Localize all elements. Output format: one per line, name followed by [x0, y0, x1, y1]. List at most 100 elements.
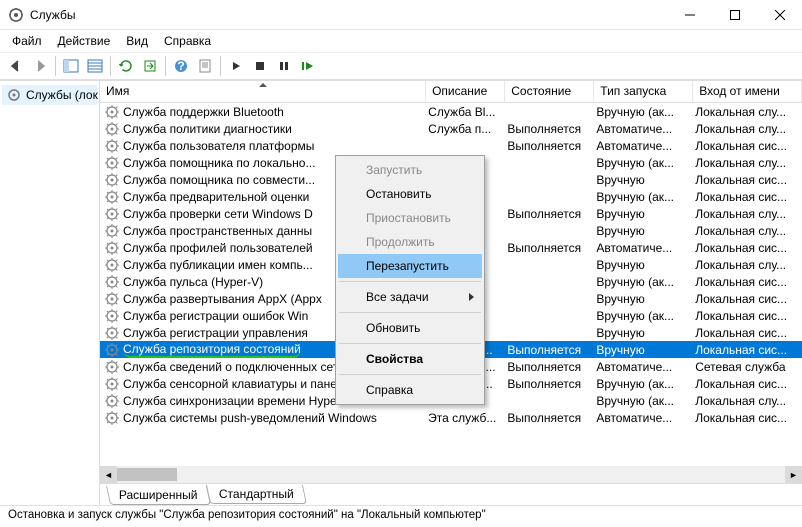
- ctx-help[interactable]: Справка: [338, 378, 482, 402]
- scroll-right-icon[interactable]: ►: [785, 466, 802, 483]
- col-state[interactable]: Состояние: [505, 81, 594, 102]
- menubar: Файл Действие Вид Справка: [0, 30, 802, 52]
- service-desc: Служба Bl...: [426, 105, 505, 119]
- service-name: Служба репозитория состояний: [123, 342, 301, 358]
- tree-panel: Службы (лок: [0, 81, 100, 505]
- tree-root-services[interactable]: Службы (лок: [2, 85, 97, 105]
- menu-file[interactable]: Файл: [4, 32, 50, 50]
- service-startup: Вручную: [594, 343, 693, 357]
- gear-icon: [104, 223, 120, 239]
- ctx-resume: Продолжить: [338, 230, 482, 254]
- show-hide-tree-button[interactable]: [59, 54, 83, 78]
- view-button[interactable]: [83, 54, 107, 78]
- minimize-button[interactable]: [667, 0, 712, 30]
- gear-icon: [104, 308, 120, 324]
- service-logon: Локальная сис...: [693, 292, 802, 306]
- service-row[interactable]: Служба пользователя платформыВыполняется…: [100, 137, 802, 154]
- service-logon: Локальная сис...: [693, 343, 802, 357]
- ctx-all-tasks[interactable]: Все задачи: [338, 285, 482, 309]
- media-stop-button[interactable]: [248, 54, 272, 78]
- service-name: Служба пульса (Hyper-V): [123, 275, 263, 289]
- ctx-pause: Приостановить: [338, 206, 482, 230]
- nav-back-button[interactable]: [4, 54, 28, 78]
- media-start-button[interactable]: [224, 54, 248, 78]
- horizontal-scrollbar[interactable]: ◄ ►: [100, 466, 802, 483]
- media-restart-button[interactable]: [296, 54, 320, 78]
- service-startup: Вручную (ак...: [594, 309, 693, 323]
- svg-text:?: ?: [177, 59, 184, 73]
- service-logon: Локальная слу...: [693, 394, 802, 408]
- service-logon: Локальная сис...: [693, 275, 802, 289]
- service-name: Служба пространственных данны: [123, 224, 312, 238]
- close-button[interactable]: [757, 0, 802, 30]
- app-icon: [8, 7, 24, 23]
- service-logon: Локальная сис...: [693, 309, 802, 323]
- service-name: Служба публикации имен компь...: [123, 258, 313, 272]
- service-name: Служба системы push-уведомлений Windows: [123, 411, 377, 425]
- service-logon: Локальная слу...: [693, 156, 802, 170]
- service-name: Служба помощника по локально...: [123, 156, 315, 170]
- status-bar: Остановка и запуск службы "Служба репози…: [0, 505, 802, 527]
- gear-icon: [104, 291, 120, 307]
- service-name: Служба сведений о подключенных сетях: [123, 360, 351, 374]
- tab-extended[interactable]: Расширенный: [106, 486, 211, 505]
- menu-help[interactable]: Справка: [156, 32, 219, 50]
- col-startup[interactable]: Тип запуска: [594, 81, 693, 102]
- service-state: Выполняется: [505, 207, 594, 221]
- ctx-properties[interactable]: Свойства: [338, 347, 482, 371]
- ctx-stop[interactable]: Остановить: [338, 182, 482, 206]
- gear-icon: [104, 138, 120, 154]
- service-logon: Локальная слу...: [693, 207, 802, 221]
- tab-standard[interactable]: Стандартный: [206, 485, 307, 504]
- media-pause-button[interactable]: [272, 54, 296, 78]
- maximize-button[interactable]: [712, 0, 757, 30]
- service-name: Служба регистрации ошибок Win: [123, 309, 308, 323]
- service-logon: Локальная слу...: [693, 258, 802, 272]
- help-button[interactable]: ?: [169, 54, 193, 78]
- service-state: Выполняется: [505, 411, 594, 425]
- service-startup: Автоматиче...: [594, 241, 693, 255]
- service-name: Служба предварительной оценки: [123, 190, 309, 204]
- service-startup: Вручную (ак...: [594, 156, 693, 170]
- service-state: Выполняется: [505, 122, 594, 136]
- gear-icon: [104, 274, 120, 290]
- menu-action[interactable]: Действие: [50, 32, 119, 50]
- service-name: Служба синхронизации времени Hyper-V: [123, 394, 353, 408]
- service-startup: Автоматиче...: [594, 360, 693, 374]
- col-name[interactable]: Имя: [100, 81, 426, 102]
- service-row[interactable]: Служба поддержки Bluetooth Служба Bl... Вр…: [100, 103, 802, 120]
- service-startup: Вручную (ак...: [594, 105, 693, 119]
- service-desc: Служба п...: [426, 122, 505, 136]
- toolbar: ?: [0, 52, 802, 80]
- service-startup: Вручную (ак...: [594, 190, 693, 204]
- service-name: Служба помощника по совмести...: [123, 173, 315, 187]
- service-row[interactable]: Служба политики диагностикиСлужба п...Вы…: [100, 120, 802, 137]
- ctx-refresh[interactable]: Обновить: [338, 316, 482, 340]
- scroll-thumb[interactable]: [117, 466, 785, 483]
- context-menu: Запустить Остановить Приостановить Продо…: [335, 155, 485, 405]
- ctx-restart[interactable]: Перезапустить: [338, 254, 482, 278]
- service-logon: Локальная сис...: [693, 326, 802, 340]
- service-name: Служба регистрации управления: [123, 326, 308, 340]
- titlebar: Службы: [0, 0, 802, 30]
- service-startup: Автоматиче...: [594, 411, 693, 425]
- service-startup: Вручную: [594, 258, 693, 272]
- service-logon: Локальная сис...: [693, 139, 802, 153]
- col-logon[interactable]: Вход от имени: [693, 81, 802, 102]
- refresh-button[interactable]: [114, 54, 138, 78]
- service-name: Служба поддержки Bluetooth: [123, 105, 284, 119]
- service-logon: Локальная слу...: [693, 105, 802, 119]
- service-startup: Вручную: [594, 326, 693, 340]
- col-desc[interactable]: Описание: [426, 81, 505, 102]
- menu-view[interactable]: Вид: [118, 32, 156, 50]
- service-row[interactable]: Служба системы push-уведомлений WindowsЭ…: [100, 409, 802, 426]
- service-state: Выполняется: [505, 139, 594, 153]
- service-logon: Локальная сис...: [693, 411, 802, 425]
- export-button[interactable]: [138, 54, 162, 78]
- service-logon: Локальная сис...: [693, 190, 802, 204]
- properties-button[interactable]: [193, 54, 217, 78]
- tree-root-label: Службы (лок: [26, 88, 98, 102]
- scroll-left-icon[interactable]: ◄: [100, 466, 117, 483]
- service-startup: Вручную: [594, 173, 693, 187]
- nav-forward-button[interactable]: [28, 54, 52, 78]
